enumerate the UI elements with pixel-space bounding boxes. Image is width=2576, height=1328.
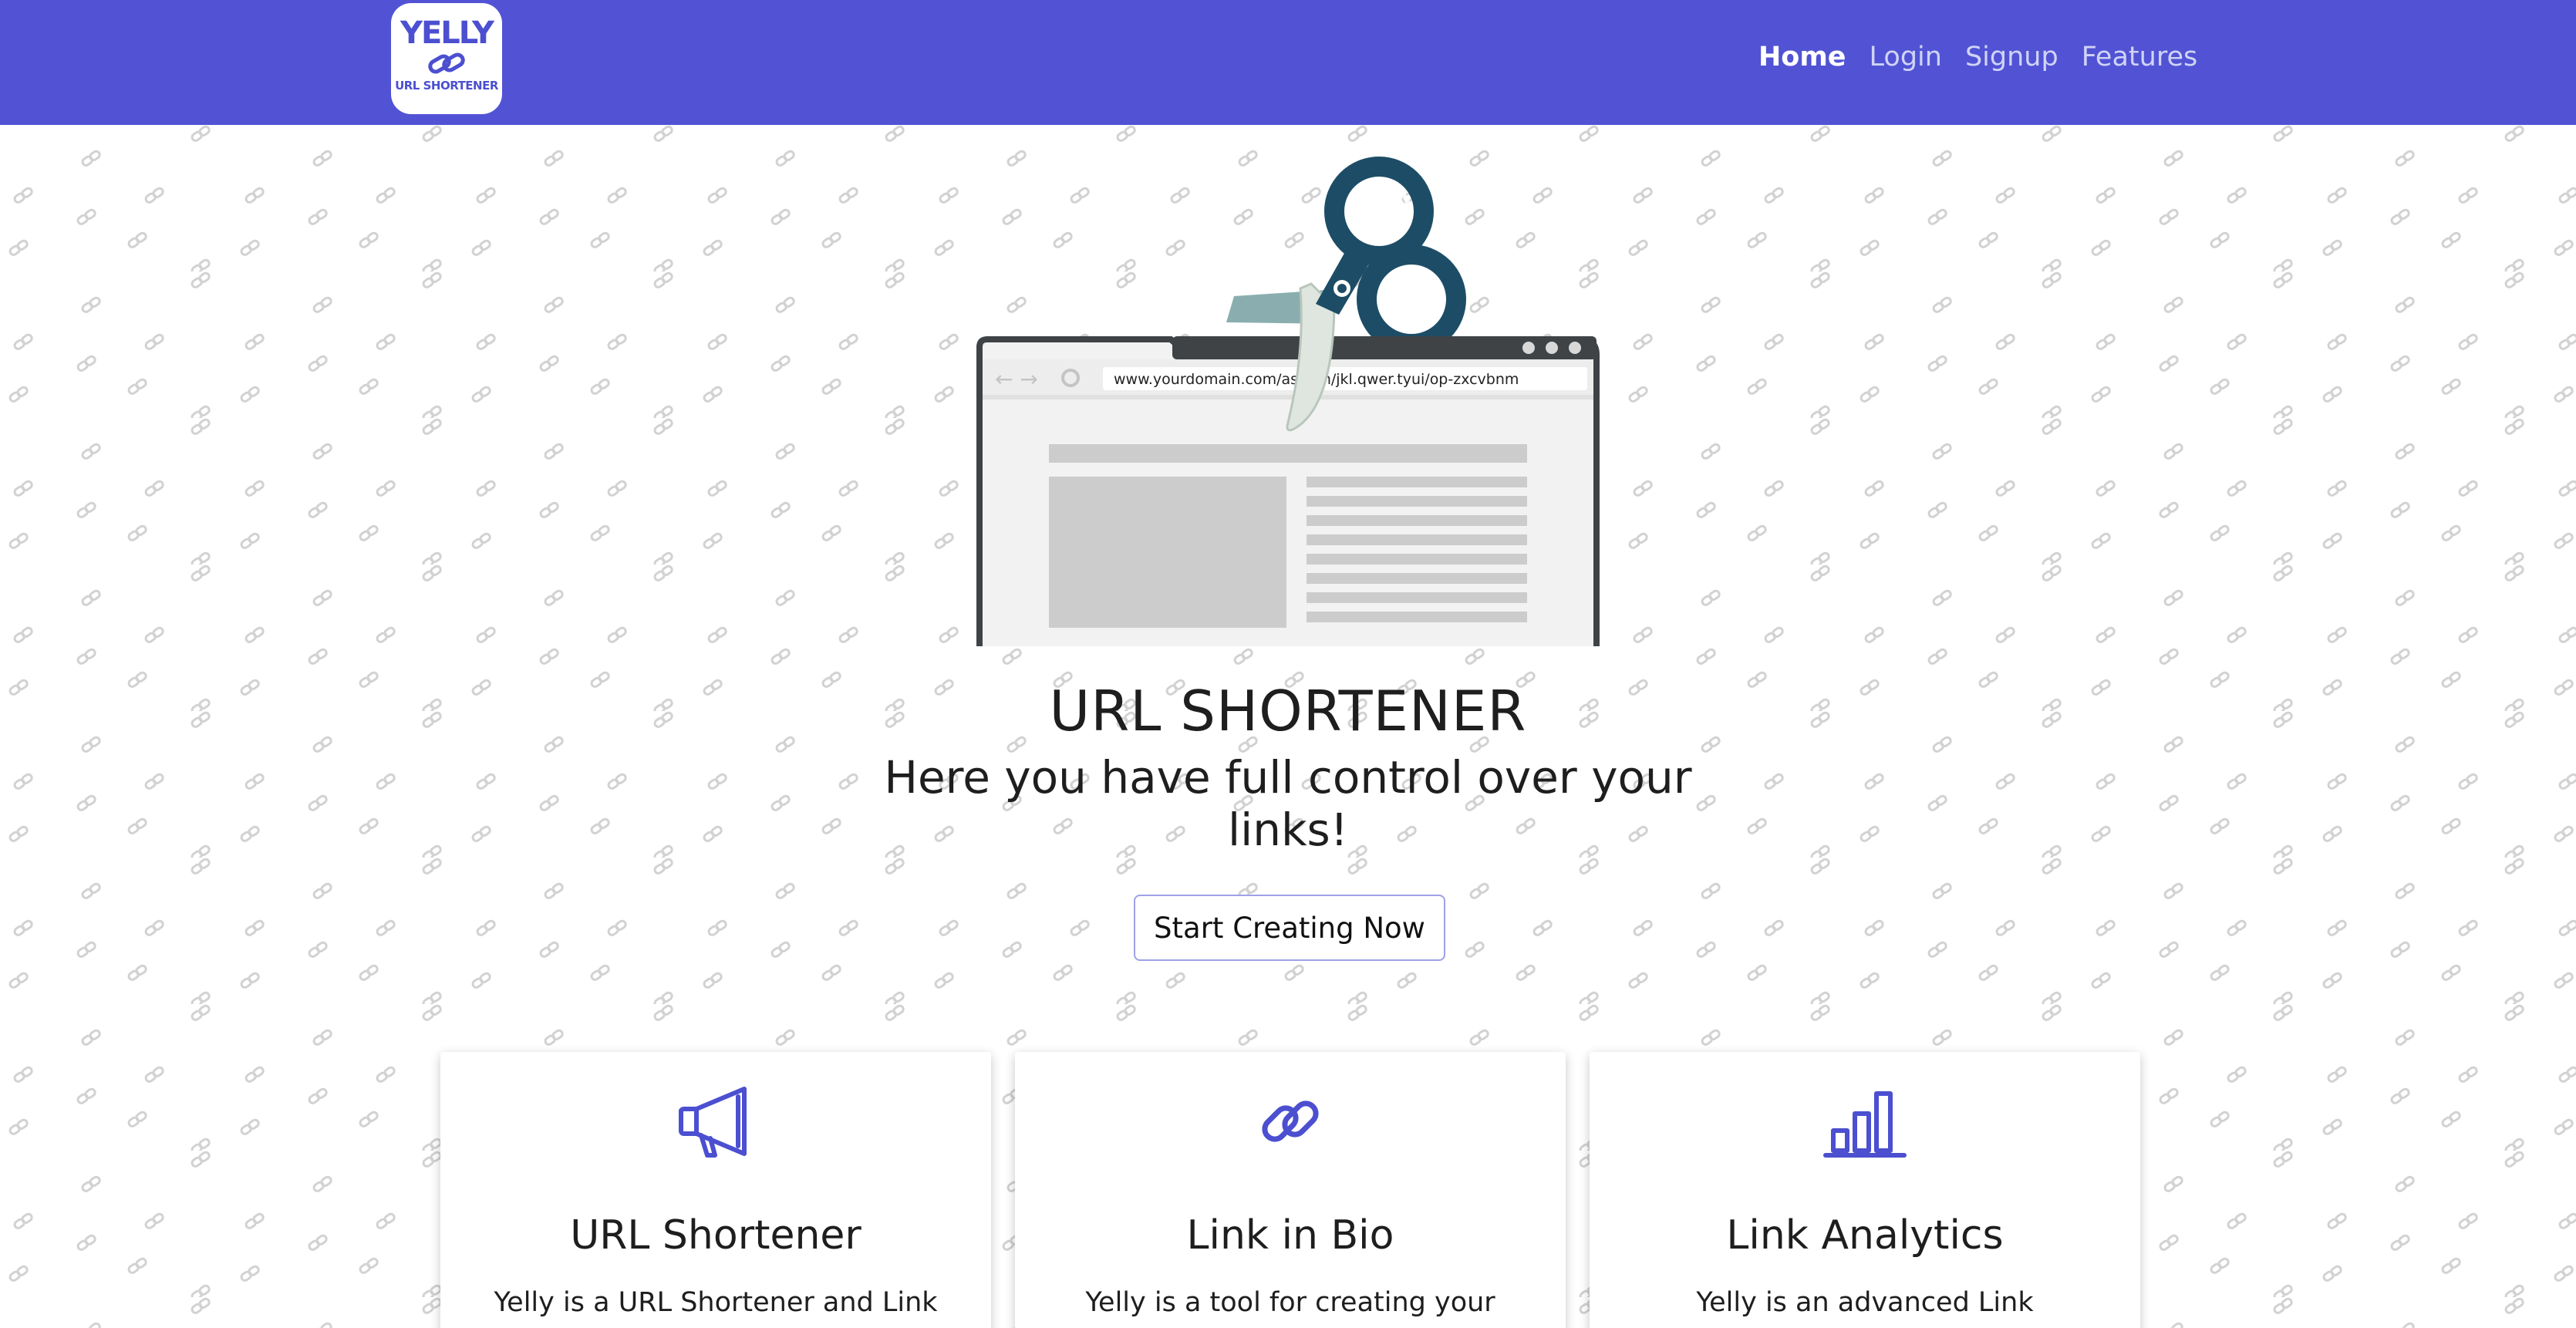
- megaphone-icon: [679, 1087, 747, 1158]
- logo-wordmark: YELLY: [400, 15, 494, 51]
- yelly-logo[interactable]: YELLY URL SHORTENER: [391, 3, 502, 114]
- nav-login[interactable]: Login: [1870, 39, 1942, 76]
- nav-features[interactable]: Features: [2082, 39, 2198, 76]
- feature-card-link-analytics[interactable]: Link Analytics Yelly is an advanced Link: [1590, 1052, 2140, 1328]
- card-title: Link in Bio: [1186, 1212, 1394, 1259]
- logo-subtitle: URL SHORTENER: [395, 79, 498, 93]
- main-nav: Home Login Signup Features: [1758, 39, 2197, 76]
- card-description: Yelly is an advanced Link: [1696, 1287, 2034, 1318]
- feature-card-link-in-bio[interactable]: Link in Bio Yelly is a tool for creating…: [1015, 1052, 1566, 1328]
- card-title: URL Shortener: [570, 1212, 861, 1259]
- nav-signup[interactable]: Signup: [1965, 39, 2058, 76]
- card-description: Yelly is a URL Shortener and Link: [494, 1287, 938, 1318]
- nav-home[interactable]: Home: [1758, 39, 1846, 76]
- hero-subtitle: Here you have full control over your lin…: [884, 751, 1692, 856]
- logo-link-icon: [428, 52, 465, 74]
- hero-illustration: ← → www.yourdomain.com/asdfgh/jkl.qwer.t…: [976, 157, 1600, 646]
- feature-card-url-shortener[interactable]: URL Shortener Yelly is a URL Shortener a…: [440, 1052, 991, 1328]
- card-description: Yelly is a tool for creating your: [1085, 1287, 1495, 1318]
- bar-chart-icon: [1823, 1091, 1907, 1158]
- link-icon: [1262, 1100, 1319, 1142]
- top-navbar: YELLY URL SHORTENER Home Login Signup Fe…: [0, 0, 2576, 125]
- start-creating-button[interactable]: Start Creating Now: [1134, 895, 1445, 961]
- card-title: Link Analytics: [1726, 1212, 2004, 1259]
- page: YELLY URL SHORTENER Home Login Signup Fe…: [0, 0, 2576, 1328]
- svg-text:← →: ← →: [995, 366, 1038, 392]
- hero-title: URL SHORTENER: [1049, 679, 1527, 743]
